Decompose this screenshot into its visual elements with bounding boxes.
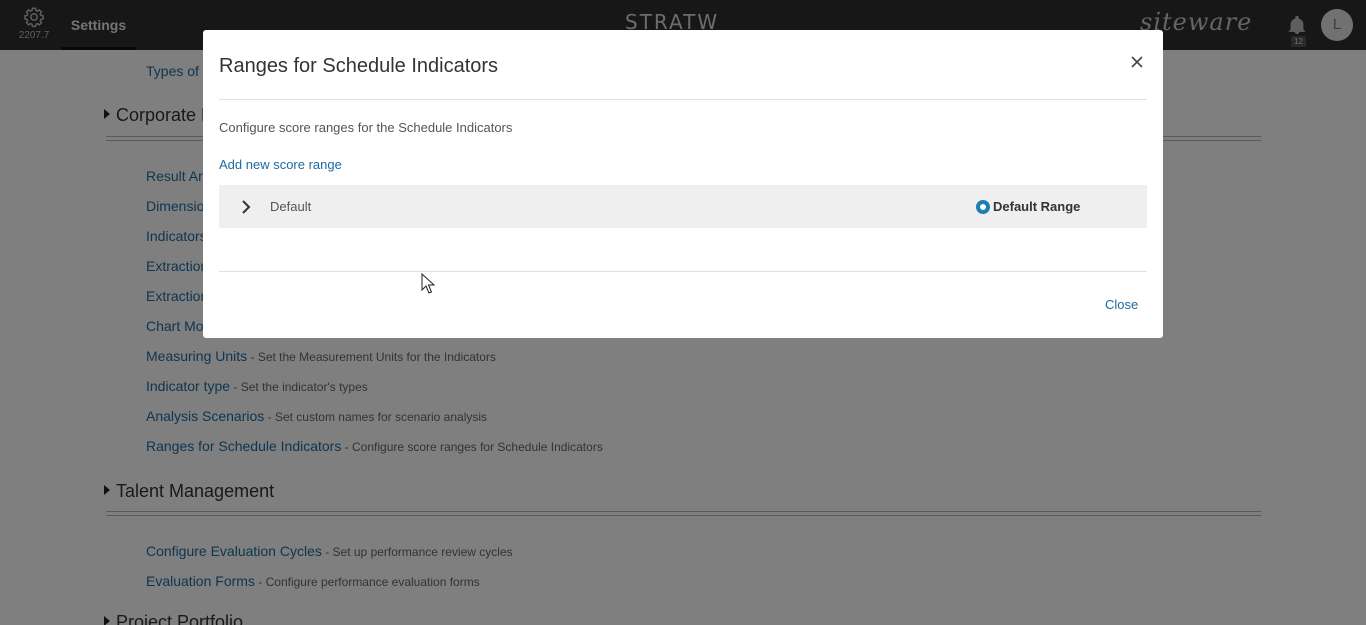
dialog-footer-divider: [219, 271, 1147, 272]
score-range-row[interactable]: Default Default Range: [219, 185, 1147, 228]
score-range-name: Default: [270, 199, 312, 214]
chevron-right-icon[interactable]: [239, 199, 253, 215]
schedule-ranges-dialog: Ranges for Schedule Indicators Configure…: [203, 30, 1163, 338]
default-range-label[interactable]: Default Range: [993, 199, 1080, 214]
add-score-range-link[interactable]: Add new score range: [219, 157, 342, 172]
radio-dot: [980, 204, 986, 210]
close-icon[interactable]: [1129, 54, 1145, 70]
mouse-cursor-icon: [421, 273, 435, 294]
dialog-description: Configure score ranges for the Schedule …: [219, 120, 513, 135]
dialog-divider: [219, 99, 1147, 100]
default-range-radio[interactable]: [976, 200, 990, 214]
close-button[interactable]: Close: [1105, 297, 1138, 312]
dialog-title: Ranges for Schedule Indicators: [219, 55, 499, 77]
